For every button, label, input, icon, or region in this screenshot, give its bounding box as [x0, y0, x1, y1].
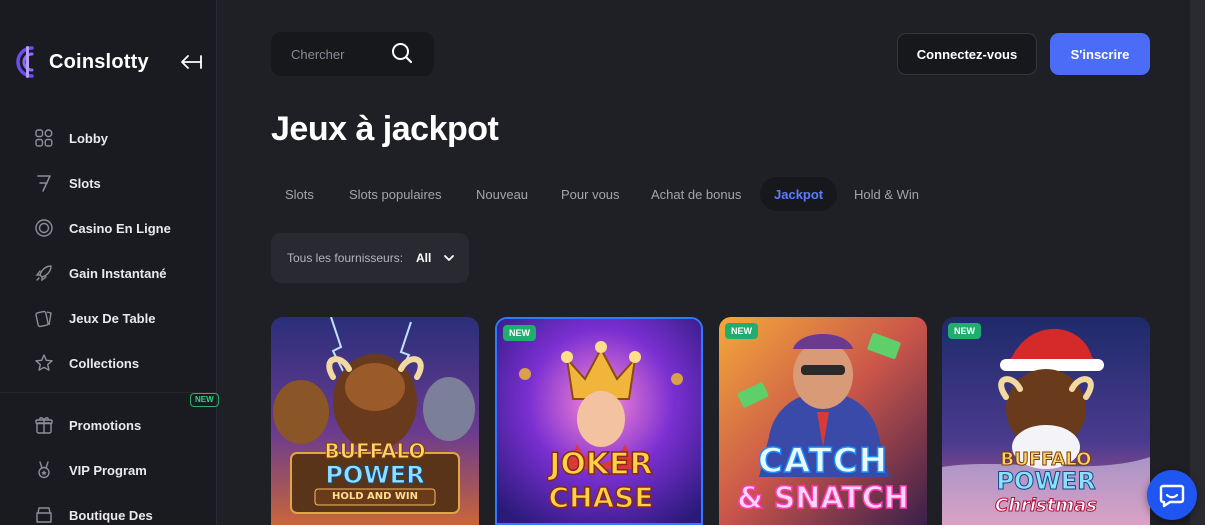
sidebar: Coinslotty Lobby Slots Casino En Ligne G…: [0, 0, 219, 525]
game-title-line3: HOLD AND WIN: [331, 491, 419, 502]
sidebar-item-instant-win[interactable]: Gain Instantané: [0, 253, 216, 293]
sidebar-item-label: VIP Program: [69, 463, 147, 478]
arrow-left-icon: [181, 55, 202, 69]
provider-filter-label: Tous les fournisseurs:: [287, 251, 404, 265]
sidebar-item-label: Gain Instantané: [69, 266, 167, 281]
game-title-line2: & SNATCH: [736, 480, 909, 517]
gift-icon: [35, 417, 53, 434]
game-card-catch-and-snatch[interactable]: NEW CATCH & SNATCH: [719, 317, 927, 525]
game-title-line3: Christmas: [994, 495, 1097, 517]
new-badge: NEW: [190, 393, 219, 407]
tab-hold-and-win[interactable]: Hold & Win: [840, 177, 933, 211]
new-badge: NEW: [725, 323, 758, 339]
sidebar-item-label: Jeux De Table: [69, 311, 156, 326]
game-title-line1: JOKER: [548, 446, 653, 483]
game-title-line2: POWER: [996, 467, 1096, 496]
tab-slots[interactable]: Slots: [271, 177, 328, 211]
cards-icon: [35, 310, 52, 328]
shop-icon: [36, 507, 52, 523]
medal-icon: [38, 461, 50, 479]
app-root: Coinslotty Lobby Slots Casino En Ligne G…: [0, 0, 1205, 525]
star-icon: [35, 354, 53, 371]
tab-bonus-buy[interactable]: Achat de bonus: [637, 177, 755, 211]
sidebar-item-slots[interactable]: Slots: [0, 163, 216, 203]
chat-bubble-icon: [1159, 484, 1185, 508]
sidebar-item-label: Casino En Ligne: [69, 221, 171, 236]
sidebar-divider: [0, 392, 216, 393]
sidebar-item-label: Lobby: [69, 131, 108, 146]
collapse-sidebar-button[interactable]: [178, 50, 204, 74]
sidebar-item-label: Boutique Des: [69, 508, 153, 523]
sidebar-item-label: Collections: [69, 356, 140, 371]
sidebar-item-lobby[interactable]: Lobby: [0, 118, 216, 158]
tab-jackpot[interactable]: Jackpot: [760, 177, 838, 211]
game-title-line1: CATCH: [757, 440, 889, 482]
search-input[interactable]: [291, 45, 391, 63]
login-button[interactable]: Connectez-vous: [897, 33, 1037, 75]
sidebar-item-label: Promotions: [69, 418, 142, 433]
chevron-down-icon: [444, 255, 454, 261]
sidebar-item-vip[interactable]: VIP Program: [0, 450, 216, 490]
tab-new[interactable]: Nouveau: [462, 177, 542, 211]
search-icon[interactable]: [390, 41, 414, 65]
new-badge: NEW: [503, 325, 536, 341]
tab-for-you[interactable]: Pour vous: [547, 177, 634, 211]
game-card-joker-chase[interactable]: NEW JOKER CHASE: [495, 317, 703, 525]
coinslotty-logo-icon: [16, 46, 34, 78]
page-title: Jeux à jackpot: [271, 110, 499, 148]
provider-filter-value: All: [416, 251, 432, 265]
sidebar-item-table-games[interactable]: Jeux De Table: [0, 298, 216, 338]
game-card-buffalo-power[interactable]: BUFFALO POWER HOLD AND WIN: [271, 317, 479, 525]
game-title-line2: POWER: [325, 461, 425, 490]
lobby-grid-icon: [35, 129, 53, 147]
game-title-line2: CHASE: [548, 480, 654, 515]
sidebar-item-label: Slots: [69, 176, 101, 191]
sidebar-item-casino[interactable]: Casino En Ligne: [0, 208, 216, 248]
game-title-line1: BUFFALO: [324, 439, 426, 464]
live-chat-button[interactable]: [1147, 470, 1197, 520]
brand[interactable]: Coinslotty: [15, 44, 149, 80]
tab-popular-slots[interactable]: Slots populaires: [335, 177, 456, 211]
page-scrollbar[interactable]: [1190, 0, 1205, 525]
sidebar-item-collections[interactable]: Collections: [0, 343, 216, 383]
new-badge: NEW: [948, 323, 981, 339]
chip-icon: [35, 219, 53, 237]
provider-filter-dropdown[interactable]: Tous les fournisseurs: All: [271, 233, 469, 283]
brand-name: Coinslotty: [49, 50, 149, 73]
sidebar-item-shop[interactable]: Boutique Des: [0, 495, 216, 525]
seven-icon: [37, 175, 51, 192]
signup-button[interactable]: S'inscrire: [1050, 33, 1150, 75]
rocket-icon: [35, 265, 52, 282]
sidebar-item-promotions[interactable]: Promotions: [0, 405, 216, 445]
game-card-buffalo-power-christmas[interactable]: NEW BUFFALO POWER Christmas: [942, 317, 1150, 525]
